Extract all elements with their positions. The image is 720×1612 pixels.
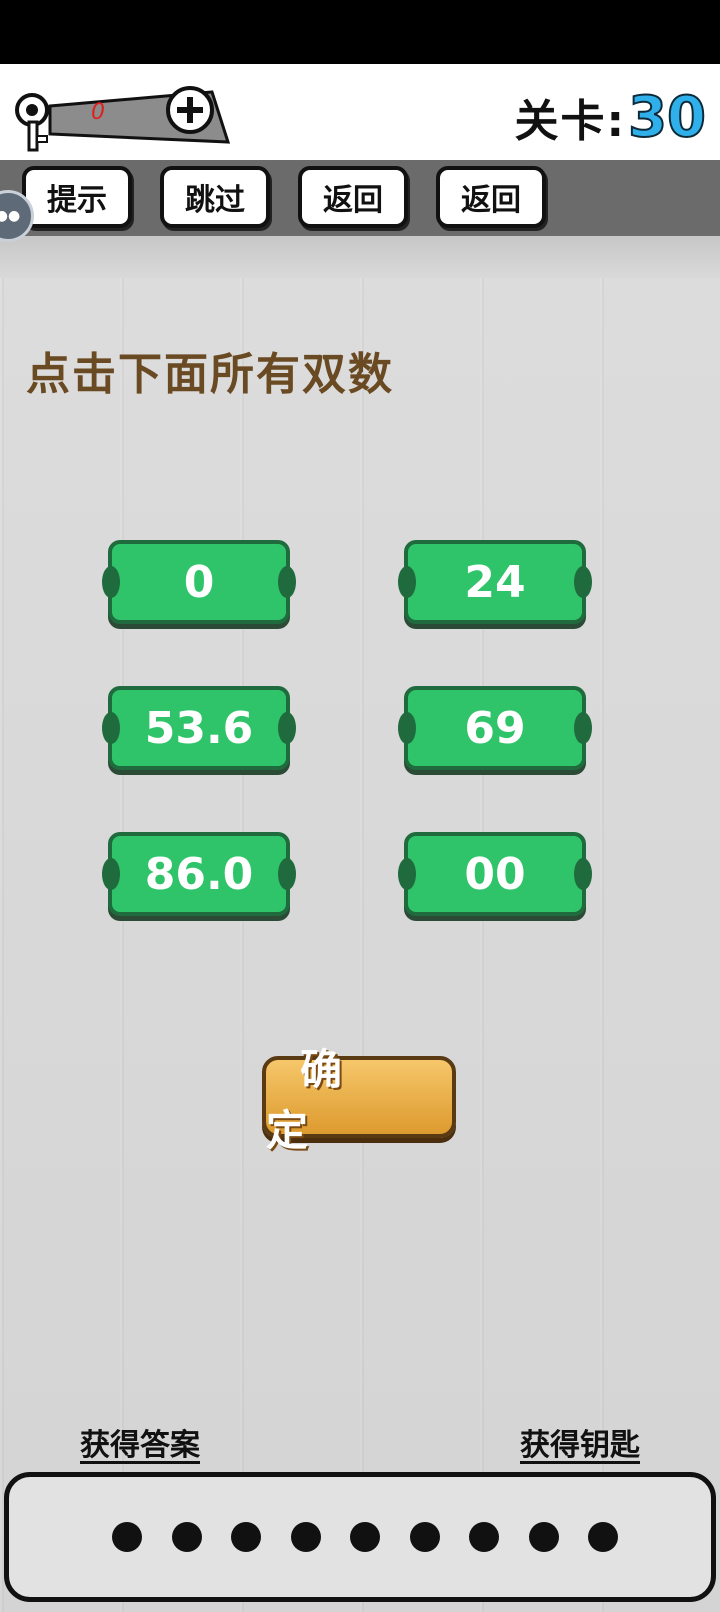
key-icon — [15, 93, 49, 152]
key-count: 0 — [91, 100, 105, 125]
hint-button[interactable]: 提示 — [22, 166, 132, 228]
option-2[interactable]: 53.6 — [102, 686, 296, 770]
answer-slot-dot — [231, 1522, 261, 1552]
answer-slot-dot — [112, 1522, 142, 1552]
answer-slot-dot — [350, 1522, 380, 1552]
game-board — [0, 278, 720, 1612]
get-answer-link[interactable]: 获得答案 — [80, 1420, 200, 1464]
question-text: 点击下面所有双数 — [26, 349, 394, 400]
key-meter[interactable] — [14, 84, 244, 154]
add-key-icon[interactable] — [166, 86, 214, 134]
handle-dots-icon: ●● — [0, 208, 21, 224]
answer-slot-dot — [290, 1522, 321, 1552]
level-number: 30 — [627, 84, 707, 151]
get-key-link[interactable]: 获得钥匙 — [520, 1420, 640, 1464]
confirm-button[interactable]: 确 定 — [262, 1045, 456, 1155]
option-0[interactable]: 0 — [102, 540, 296, 624]
level-label: 关卡: — [514, 96, 627, 147]
back-button-2[interactable]: 返回 — [436, 166, 546, 228]
option-4[interactable]: 86.0 — [102, 832, 296, 916]
skip-button[interactable]: 跳过 — [160, 166, 270, 228]
option-1[interactable]: 24 — [398, 540, 592, 624]
option-3[interactable]: 69 — [398, 686, 592, 770]
option-5[interactable]: 00 — [398, 832, 592, 916]
answer-slot-dot — [409, 1522, 440, 1552]
toolbar-shadow — [0, 236, 720, 278]
back-button-1[interactable]: 返回 — [298, 166, 408, 228]
status-bar — [0, 0, 720, 64]
answer-slot-dot — [588, 1522, 618, 1552]
answer-slot-dot — [528, 1522, 559, 1552]
answer-slot-dot — [469, 1522, 499, 1552]
top-bar: 0 关卡: 30 — [0, 64, 720, 160]
answer-slot-dot — [171, 1522, 202, 1552]
level-indicator: 关卡: 30 — [514, 82, 707, 152]
